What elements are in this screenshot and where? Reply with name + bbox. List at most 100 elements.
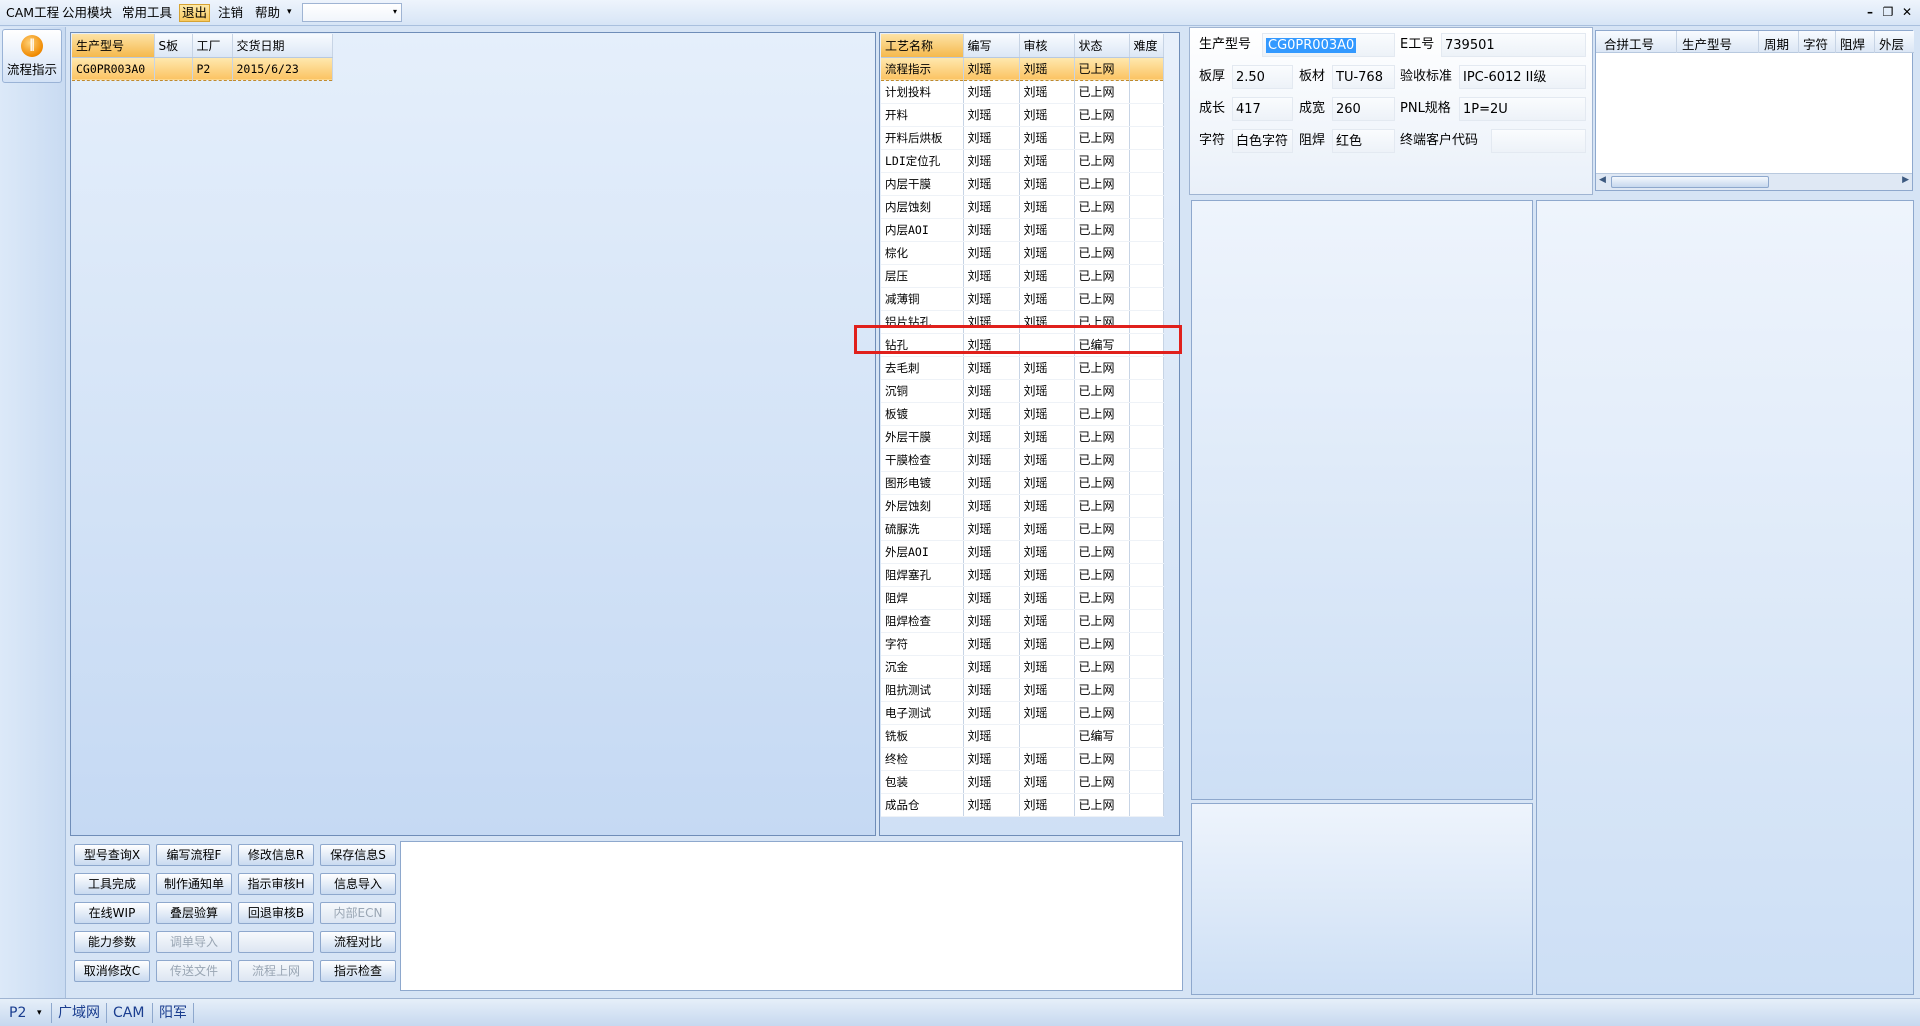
info-value-acceptance[interactable]: IPC-6012 II级 [1459, 65, 1586, 89]
action-button-0-0[interactable]: 型号查询X [74, 844, 150, 866]
action-button-3-2[interactable] [238, 931, 314, 953]
action-button-1-0[interactable]: 工具完成 [74, 873, 150, 895]
order-row[interactable]: CG0PR003A0 P2 2015/6/23 [72, 57, 333, 81]
process-row[interactable]: 开料 刘瑶 刘瑶 已上网 [881, 103, 1164, 127]
action-button-1-1[interactable]: 制作通知单 [156, 873, 232, 895]
info-value-pnl[interactable]: 1P=2U [1459, 97, 1586, 121]
process-row[interactable]: LDI定位孔 刘瑶 刘瑶 已上网 [881, 149, 1164, 173]
chevron-down-icon[interactable]: ▾ [393, 7, 397, 16]
horizontal-scrollbar[interactable]: ◀ ▶ [1596, 173, 1912, 190]
process-row[interactable]: 沉金 刘瑶 刘瑶 已上网 [881, 655, 1164, 679]
restore-icon[interactable]: ❐ [1880, 5, 1896, 19]
info-value-width[interactable]: 260 [1332, 97, 1395, 121]
merge-col-legend[interactable]: 字符 [1803, 34, 1828, 53]
merge-col-job[interactable]: 合拼工号 [1604, 34, 1654, 53]
action-button-4-1[interactable]: 传送文件 [156, 960, 232, 982]
action-button-3-1[interactable]: 调单导入 [156, 931, 232, 953]
menu-logout[interactable]: 注销 [216, 4, 245, 22]
merge-col-period[interactable]: 周期 [1764, 34, 1789, 53]
process-row[interactable]: 成品仓 刘瑶 刘瑶 已上网 [881, 793, 1164, 817]
col-model-header[interactable]: 生产型号 [72, 34, 155, 58]
author-header[interactable]: 编写 [963, 34, 1020, 58]
status-factory[interactable]: P2 [6, 1003, 29, 1023]
flow-indicator-button[interactable]: 流程指示 [2, 29, 62, 83]
process-row[interactable]: 外层AOI 刘瑶 刘瑶 已上网 [881, 540, 1164, 564]
process-row[interactable]: 内层蚀刻 刘瑶 刘瑶 已上网 [881, 195, 1164, 219]
action-button-2-1[interactable]: 叠层验算 [156, 902, 232, 924]
info-value-end-customer[interactable] [1491, 129, 1586, 153]
chevron-down-icon[interactable]: ▾ [287, 7, 292, 17]
close-icon[interactable]: ✕ [1899, 5, 1915, 19]
info-value-material[interactable]: TU-768 [1332, 65, 1395, 89]
scrollbar-thumb[interactable] [1611, 176, 1769, 188]
action-button-3-0[interactable]: 能力参数 [74, 931, 150, 953]
action-button-2-3[interactable]: 内部ECN [320, 902, 396, 924]
message-textarea[interactable] [400, 841, 1183, 991]
process-row[interactable]: 减薄铜 刘瑶 刘瑶 已上网 [881, 287, 1164, 311]
process-row[interactable]: 阻焊检查 刘瑶 刘瑶 已上网 [881, 609, 1164, 633]
action-button-0-1[interactable]: 编写流程F [156, 844, 232, 866]
process-row[interactable]: 外层蚀刻 刘瑶 刘瑶 已上网 [881, 494, 1164, 518]
minimize-icon[interactable]: – [1862, 5, 1878, 19]
process-row[interactable]: 去毛刺 刘瑶 刘瑶 已上网 [881, 356, 1164, 380]
action-button-4-3[interactable]: 指示检查 [320, 960, 396, 982]
process-row[interactable]: 计划投料 刘瑶 刘瑶 已上网 [881, 80, 1164, 104]
action-button-2-0[interactable]: 在线WIP [74, 902, 150, 924]
process-row[interactable]: 铝片钻孔 刘瑶 刘瑶 已上网 [881, 310, 1164, 334]
action-button-0-3[interactable]: 保存信息S [320, 844, 396, 866]
process-row[interactable]: 阻焊塞孔 刘瑶 刘瑶 已上网 [881, 563, 1164, 587]
status-header[interactable]: 状态 [1074, 34, 1130, 58]
info-value-e-number[interactable]: 739501 [1441, 33, 1586, 57]
process-row[interactable]: 内层AOI 刘瑶 刘瑶 已上网 [881, 218, 1164, 242]
chevron-down-icon[interactable]: ▾ [34, 1003, 45, 1023]
menu-exit[interactable]: 退出 [179, 4, 211, 22]
process-row[interactable]: 棕化 刘瑶 刘瑶 已上网 [881, 241, 1164, 265]
action-button-1-2[interactable]: 指示审核H [238, 873, 314, 895]
process-row[interactable]: 硫脲洗 刘瑶 刘瑶 已上网 [881, 517, 1164, 541]
col-delivery-date-header[interactable]: 交货日期 [232, 34, 333, 58]
process-row[interactable]: 层压 刘瑶 刘瑶 已上网 [881, 264, 1164, 288]
process-row[interactable]: 外层干膜 刘瑶 刘瑶 已上网 [881, 425, 1164, 449]
col-s-board-header[interactable]: S板 [154, 34, 193, 58]
process-row[interactable]: 开料后烘板 刘瑶 刘瑶 已上网 [881, 126, 1164, 150]
info-value-length[interactable]: 417 [1232, 97, 1293, 121]
menu-common-tools[interactable]: 常用工具 [120, 4, 174, 22]
process-row[interactable]: 铣板 刘瑶 已编写 [881, 724, 1164, 748]
process-row[interactable]: 终检 刘瑶 刘瑶 已上网 [881, 747, 1164, 771]
action-button-2-2[interactable]: 回退审核B [238, 902, 314, 924]
menu-help[interactable]: 帮助 [253, 4, 282, 22]
menu-cam-project[interactable]: CAM工程 [4, 4, 61, 22]
info-value-soldermask[interactable]: 红色 [1332, 129, 1395, 153]
process-row[interactable]: 包装 刘瑶 刘瑶 已上网 [881, 770, 1164, 794]
action-button-4-2[interactable]: 流程上网 [238, 960, 314, 982]
col-factory-header[interactable]: 工厂 [192, 34, 233, 58]
process-row[interactable]: 图形电镀 刘瑶 刘瑶 已上网 [881, 471, 1164, 495]
info-value-thickness[interactable]: 2.50 [1232, 65, 1293, 89]
difficulty-header[interactable]: 难度 [1129, 34, 1164, 58]
action-button-3-3[interactable]: 流程对比 [320, 931, 396, 953]
action-button-0-2[interactable]: 修改信息R [238, 844, 314, 866]
process-row[interactable]: 钻孔 刘瑶 已编写 [881, 333, 1164, 357]
merge-col-model[interactable]: 生产型号 [1682, 34, 1732, 53]
process-row[interactable]: 流程指示 刘瑶 刘瑶 已上网 [881, 57, 1164, 81]
action-button-4-0[interactable]: 取消修改C [74, 960, 150, 982]
menu-public-modules[interactable]: 公用模块 [60, 4, 114, 22]
process-row[interactable]: 沉铜 刘瑶 刘瑶 已上网 [881, 379, 1164, 403]
menu-combo-box[interactable]: ▾ [302, 3, 402, 22]
process-row[interactable]: 字符 刘瑶 刘瑶 已上网 [881, 632, 1164, 656]
info-value-model[interactable]: CG0PR003A0 [1262, 33, 1395, 57]
merge-col-outer[interactable]: 外层 [1879, 34, 1904, 53]
process-row[interactable]: 阻抗测试 刘瑶 刘瑶 已上网 [881, 678, 1164, 702]
reviewer-header[interactable]: 审核 [1019, 34, 1075, 58]
process-row[interactable]: 阻焊 刘瑶 刘瑶 已上网 [881, 586, 1164, 610]
info-value-legend[interactable]: 白色字符 [1232, 129, 1293, 153]
process-name-header[interactable]: 工艺名称 [881, 34, 964, 58]
process-row[interactable]: 板镀 刘瑶 刘瑶 已上网 [881, 402, 1164, 426]
process-row[interactable]: 电子测试 刘瑶 刘瑶 已上网 [881, 701, 1164, 725]
scroll-right-icon[interactable]: ▶ [1902, 175, 1909, 185]
process-row[interactable]: 干膜检查 刘瑶 刘瑶 已上网 [881, 448, 1164, 472]
scroll-left-icon[interactable]: ◀ [1599, 175, 1606, 185]
process-row[interactable]: 内层干膜 刘瑶 刘瑶 已上网 [881, 172, 1164, 196]
merge-col-soldermask[interactable]: 阻焊 [1840, 34, 1865, 53]
action-button-1-3[interactable]: 信息导入 [320, 873, 396, 895]
